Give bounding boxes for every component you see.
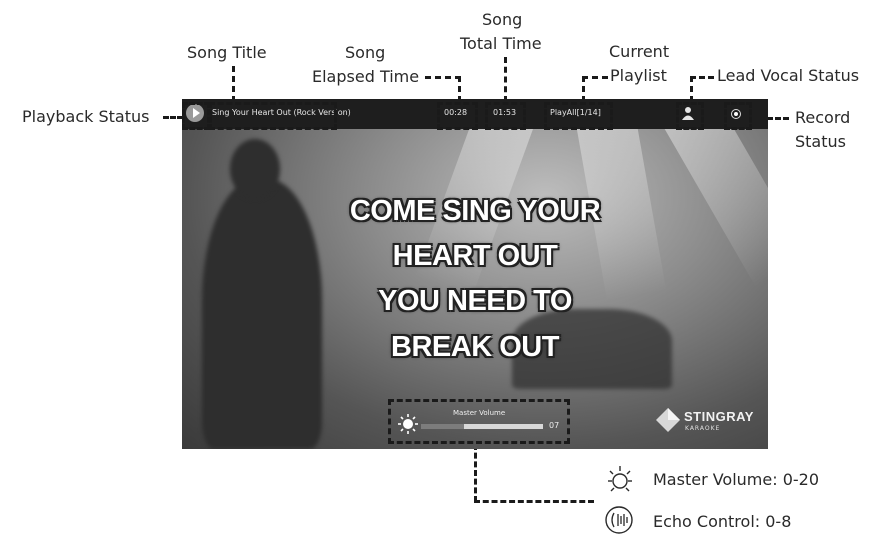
lead-volume-h [474,500,594,503]
sun-icon [608,466,632,492]
lyric-line: COME SING YOUR [349,195,601,227]
box-playback [182,102,210,130]
callout-playback-status: Playback Status [22,107,150,126]
lyric-line: YOU NEED TO [378,285,572,317]
logo-sub: KARAOKE [685,425,721,432]
logo-diamond-icon [656,408,680,432]
callout-elapsed-line1: Song [345,43,386,62]
callout-elapsed-line2: Elapsed Time [312,67,420,86]
box-lead-vocal [676,102,704,130]
box-song-title [209,102,337,130]
lead-playback [163,116,183,119]
box-total [485,102,526,130]
box-record [724,102,752,130]
legend-master-volume: Master Volume: 0-20 [653,470,820,489]
callout-total-line2: Total Time [460,34,542,53]
lead-total [504,57,507,102]
lyric-line: BREAK OUT [391,331,559,363]
lead-volume-v [474,444,477,502]
box-elapsed [437,102,478,130]
legend-echo-control: Echo Control: 0-8 [653,512,792,531]
callout-lead-vocal: Lead Vocal Status [717,66,860,85]
lead-song-title [232,66,235,102]
lead-elapsed-h [425,76,461,79]
callout-playlist-line2: Playlist [610,66,667,85]
lead-vocal-h [690,76,714,79]
box-playlist [544,102,613,130]
callout-song-title: Song Title [187,43,267,62]
karaoke-screen: Sing Your Heart Out (Rock Version) 00:28… [182,99,768,449]
callout-total-line1: Song [482,10,523,29]
callout-record-line1: Record [795,108,851,127]
singer-head [230,139,280,199]
logo-name: STINGRAY [684,409,754,424]
echo-icon [605,506,633,534]
lyric-line: HEART OUT [392,240,558,272]
box-volume [388,399,570,444]
lead-playlist-h [582,76,608,79]
stingray-logo: STINGRAY KARAOKE [656,406,766,438]
callout-record-line2: Status [795,132,846,151]
callout-playlist-line1: Current [609,42,670,61]
